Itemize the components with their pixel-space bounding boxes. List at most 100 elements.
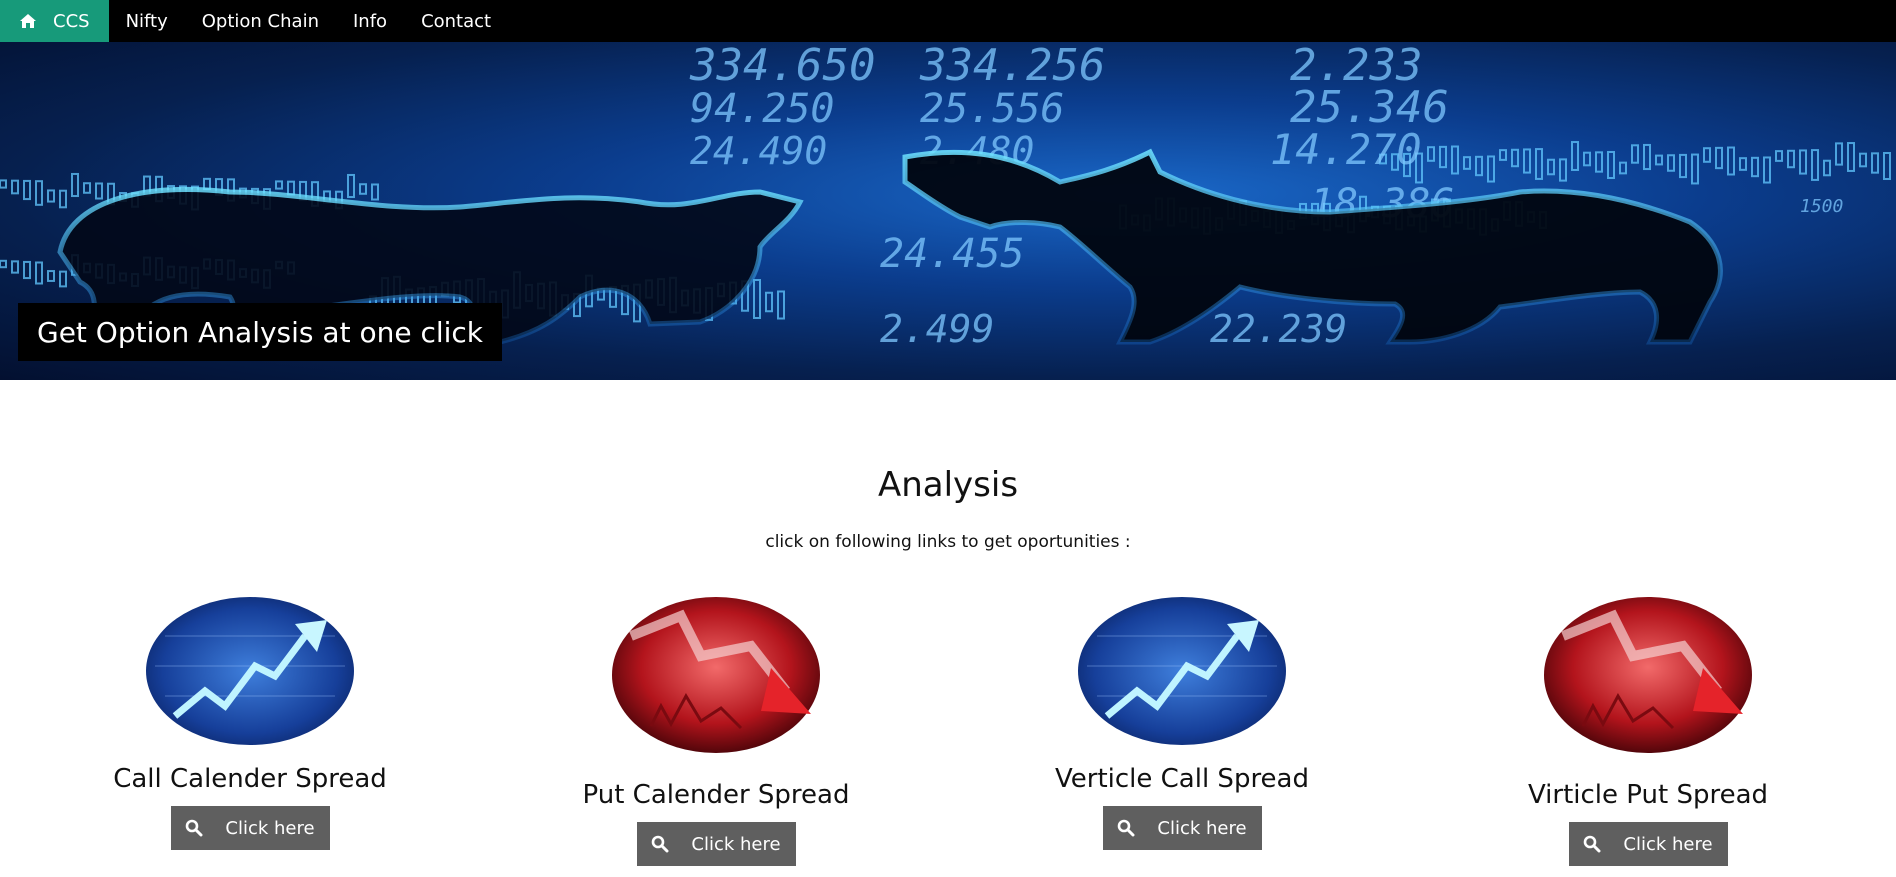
top-nav: CCS Nifty Option Chain Info Contact: [0, 0, 1896, 42]
candlestick-decoration: [1727, 146, 1735, 176]
candlestick-decoration: [371, 183, 379, 201]
candlestick-decoration: [1439, 145, 1447, 169]
candlestick-decoration: [1811, 149, 1819, 181]
candlestick-decoration: [1847, 142, 1855, 172]
ticker-number: 24.490: [690, 129, 827, 173]
candlestick-decoration: [95, 182, 103, 200]
candlestick-decoration: [1451, 145, 1459, 175]
bearish-chart-thumbnail: [612, 597, 820, 753]
candlestick-decoration: [1523, 148, 1531, 174]
bearish-chart-thumbnail: [1544, 597, 1752, 753]
candlestick-decoration: [1679, 153, 1687, 179]
candlestick-decoration: [1871, 152, 1879, 174]
candlestick-decoration: [59, 189, 67, 209]
candlestick-decoration: [1571, 141, 1579, 171]
search-icon: [1584, 835, 1601, 853]
candlestick-decoration: [11, 260, 19, 274]
nav-item-label: CCS: [53, 10, 90, 32]
hero-caption: Get Option Analysis at one click: [18, 303, 503, 361]
candlestick-decoration: [1463, 156, 1471, 170]
nav-item-nifty[interactable]: Nifty: [109, 0, 185, 42]
analysis-card: Virticle Put Spread Click here: [1498, 596, 1798, 866]
candlestick-decoration: [23, 260, 31, 280]
candlestick-decoration: [1547, 158, 1555, 176]
bullish-chart-thumbnail: [146, 597, 354, 745]
candlestick-decoration: [1751, 156, 1759, 178]
candlestick-decoration: [1511, 148, 1519, 168]
ticker-number: 24.455: [880, 231, 1025, 277]
candlestick-decoration: [1499, 149, 1507, 161]
candlestick-decoration: [1607, 150, 1615, 180]
button-label: Click here: [1157, 817, 1247, 839]
candlestick-decoration: [83, 182, 91, 194]
click-here-button[interactable]: Click here: [636, 822, 796, 866]
candlestick-decoration: [1631, 144, 1639, 164]
candlestick-decoration: [1595, 151, 1603, 173]
candlestick-decoration: [1559, 158, 1567, 182]
candlestick-decoration: [765, 291, 773, 313]
ticker-number: 14.270: [1270, 125, 1422, 174]
candlestick-decoration: [1859, 152, 1867, 168]
candlestick-decoration: [23, 179, 31, 201]
ticker-number: 25.556: [920, 86, 1065, 132]
analysis-card: Call Calender Spread Click here: [100, 596, 400, 850]
analysis-card: Verticle Call Spread Click here: [1032, 596, 1332, 850]
nav-item-ccs[interactable]: CCS: [0, 0, 109, 42]
candlestick-decoration: [1835, 142, 1843, 166]
card-title: Call Calender Spread: [113, 764, 387, 794]
ticker-number: 1500: [1800, 196, 1843, 217]
candlestick-decoration: [1883, 151, 1891, 181]
candlestick-decoration: [71, 172, 79, 198]
candlestick-decoration: [1643, 143, 1651, 171]
candlestick-decoration: [47, 189, 55, 203]
candlestick-decoration: [35, 180, 43, 206]
search-icon: [1118, 819, 1135, 837]
search-icon: [652, 835, 669, 853]
nav-item-info[interactable]: Info: [336, 0, 404, 42]
candlestick-decoration: [275, 180, 283, 190]
nav-item-option-chain[interactable]: Option Chain: [185, 0, 336, 42]
home-icon: [20, 14, 36, 28]
candlestick-decoration: [287, 180, 295, 196]
candlestick-decoration: [35, 261, 43, 285]
candlestick-decoration: [1823, 159, 1831, 177]
candlestick-decoration: [1535, 148, 1543, 180]
candlestick-decoration: [1739, 157, 1747, 171]
analysis-card: Put Calender Spread Click here: [566, 596, 866, 866]
button-label: Click here: [1623, 833, 1713, 855]
click-here-button[interactable]: Click here: [170, 806, 330, 850]
candlestick-decoration: [1475, 155, 1483, 177]
candlestick-decoration: [1715, 146, 1723, 170]
section-title: Analysis: [877, 465, 1019, 505]
button-label: Click here: [691, 833, 781, 855]
search-icon: [186, 819, 203, 837]
click-here-button[interactable]: Click here: [1568, 822, 1728, 866]
ticker-number: 94.250: [690, 86, 835, 132]
candlestick-decoration: [1655, 154, 1663, 166]
hero-banner: 334.650 334.256 2.233 94.250 25.556 25.346 24.…: [0, 42, 1896, 380]
candlestick-decoration: [777, 290, 785, 320]
candlestick-decoration: [1619, 161, 1627, 175]
candlestick-decoration: [1667, 154, 1675, 172]
ticker-number: 334.256: [919, 42, 1105, 91]
candlestick-decoration: [1799, 149, 1807, 175]
click-here-button[interactable]: Click here: [1102, 806, 1262, 850]
candlestick-decoration: [0, 179, 7, 189]
ticker-number: 22.239: [1210, 307, 1347, 351]
card-title: Verticle Call Spread: [1054, 764, 1309, 794]
candlestick-decoration: [59, 270, 67, 288]
card-title: Put Calender Spread: [582, 780, 850, 810]
card-title: Virticle Put Spread: [1527, 780, 1769, 810]
candlestick-decoration: [1787, 149, 1795, 169]
candlestick-decoration: [1487, 155, 1495, 183]
ticker-number: 2.499: [880, 307, 994, 351]
candlestick-decoration: [359, 183, 367, 195]
ticker-number: 334.650: [689, 42, 875, 91]
candlestick-decoration: [1427, 146, 1435, 162]
candlestick-decoration: [347, 173, 355, 199]
nav-item-contact[interactable]: Contact: [404, 0, 508, 42]
candlestick-decoration: [0, 259, 7, 269]
candlestick-decoration: [1583, 151, 1591, 167]
candlestick-decoration: [1775, 150, 1783, 162]
candlestick-decoration: [1691, 153, 1699, 185]
